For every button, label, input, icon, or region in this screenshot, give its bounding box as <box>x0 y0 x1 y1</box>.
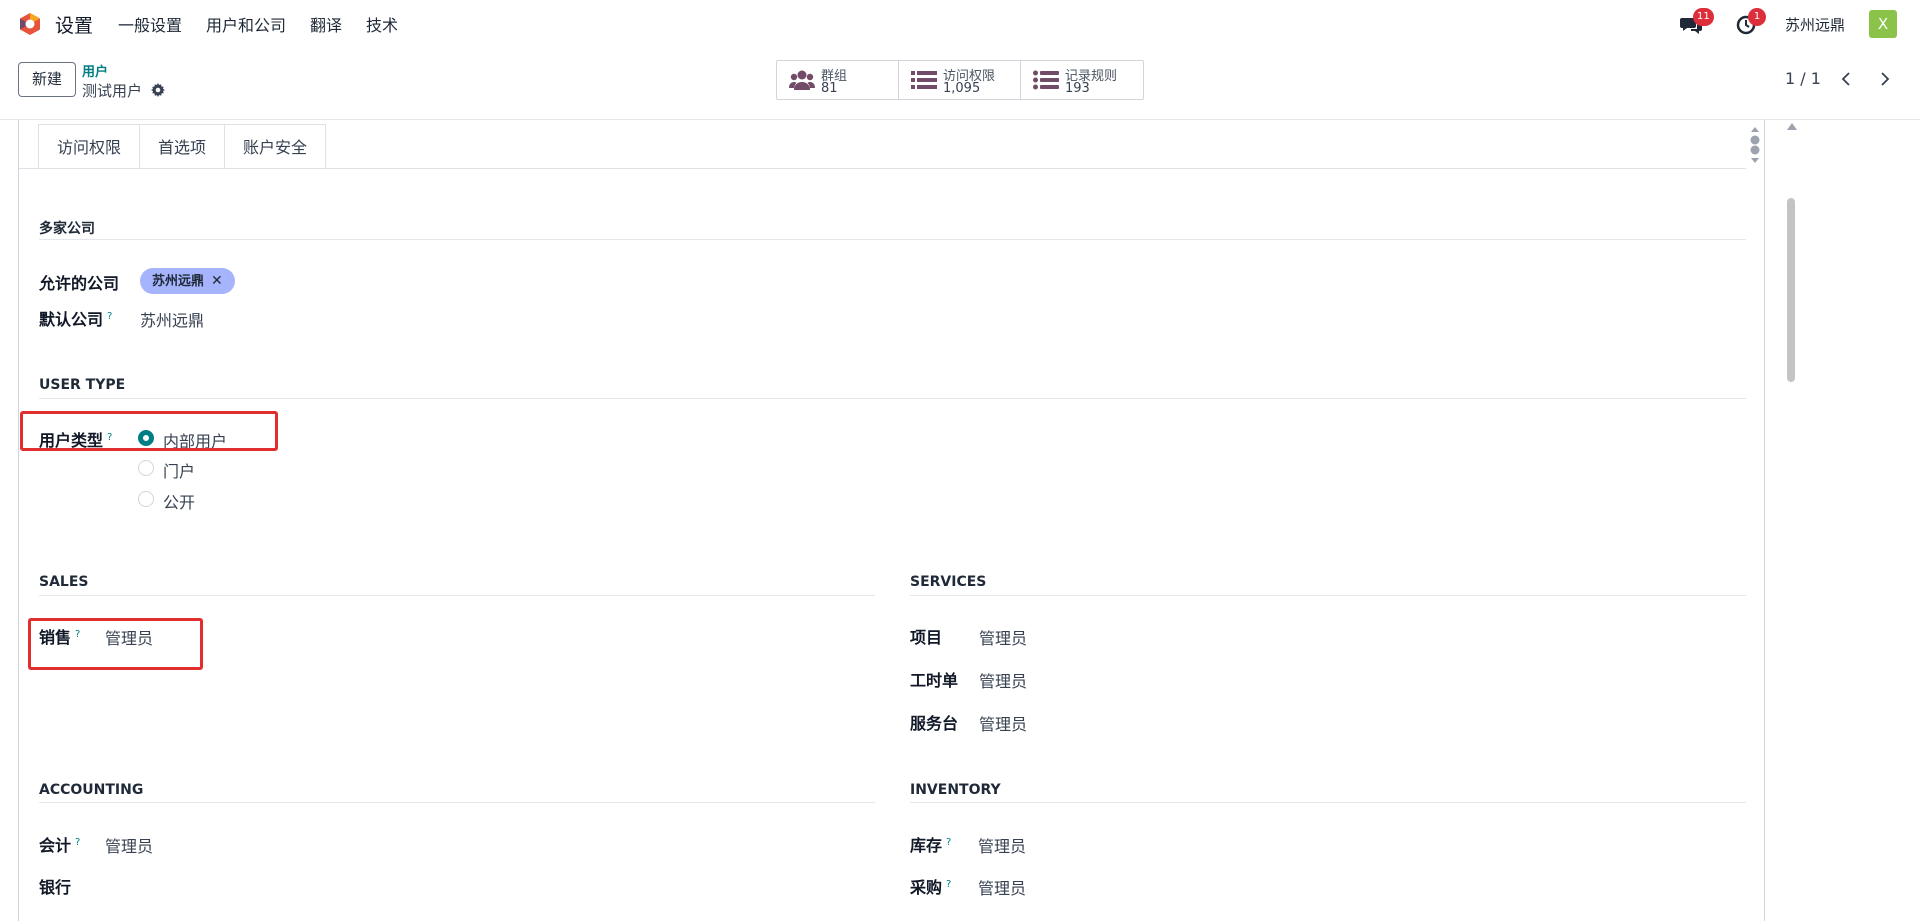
purchase-label: 采购? <box>910 874 951 898</box>
section-title-multi-company: 多家公司 <box>39 221 95 237</box>
tab-scroll-indicator-icon[interactable] <box>1750 126 1760 164</box>
radio-portal[interactable] <box>138 460 154 476</box>
access-rights-count: 1,095 <box>943 81 981 96</box>
list-icon <box>1033 70 1059 90</box>
close-icon[interactable]: ✕ <box>211 273 223 289</box>
allowed-companies-label: 允许的公司 <box>39 274 120 293</box>
helpdesk-value[interactable]: 管理员 <box>979 711 1027 735</box>
record-rules-smart-button[interactable]: 记录规则 193 <box>1021 61 1143 99</box>
radio-public-label[interactable]: 公开 <box>163 489 195 513</box>
project-value[interactable]: 管理员 <box>979 625 1027 649</box>
purchase-label-text: 采购 <box>910 878 943 897</box>
smart-buttons: 群组 81 访问权限 1,095 记录规则 193 <box>776 60 1144 100</box>
allowed-company-tag[interactable]: 苏州远鼎 ✕ <box>140 268 235 294</box>
breadcrumb-users[interactable]: 用户 <box>82 61 108 80</box>
helpdesk-label: 服务台 <box>910 714 959 733</box>
default-company-value[interactable]: 苏州远鼎 <box>140 307 204 331</box>
accounting-label-text: 会计 <box>39 836 72 855</box>
menu-general-settings[interactable]: 一般设置 <box>118 12 182 36</box>
groups-smart-button[interactable]: 群组 81 <box>777 61 899 99</box>
accounting-value[interactable]: 管理员 <box>105 833 153 857</box>
scroll-up-arrow-icon[interactable] <box>1787 122 1797 130</box>
new-button[interactable]: 新建 <box>18 62 76 97</box>
section-divider <box>39 595 875 596</box>
highlight-box-user-type <box>20 411 278 451</box>
app-logo-icon[interactable] <box>18 12 42 36</box>
purchase-value[interactable]: 管理员 <box>978 875 1026 899</box>
tab-account-security[interactable]: 账户安全 <box>225 124 327 169</box>
section-title-user-type: USER TYPE <box>39 377 126 393</box>
section-divider <box>39 398 1746 399</box>
project-label: 项目 <box>910 628 943 647</box>
default-company-label-text: 默认公司 <box>39 310 104 329</box>
list-icon <box>911 71 937 89</box>
form-sheet: 访问权限 首选项 账户安全 多家公司 允许的公司 苏州远鼎 ✕ 默认公司? 苏州远… <box>18 120 1765 921</box>
default-company-label: 默认公司? <box>39 306 112 330</box>
section-title-accounting: ACCOUNTING <box>39 782 144 798</box>
menu-technical[interactable]: 技术 <box>366 12 398 36</box>
company-switcher[interactable]: 苏州远鼎 <box>1785 14 1845 35</box>
section-title-inventory: INVENTORY <box>910 782 1001 798</box>
inventory-label: 库存? <box>910 832 951 856</box>
help-tooltip-icon[interactable]: ? <box>107 311 112 322</box>
access-rights-smart-button[interactable]: 访问权限 1,095 <box>899 61 1021 99</box>
user-avatar[interactable]: X <box>1869 10 1897 38</box>
section-divider <box>910 595 1746 596</box>
users-icon <box>789 70 815 90</box>
menu-translations[interactable]: 翻译 <box>310 12 342 36</box>
messages-button[interactable]: 11 <box>1680 8 1714 35</box>
tabs-divider <box>19 168 1746 169</box>
timesheet-value[interactable]: 管理员 <box>979 668 1027 692</box>
activities-badge: 1 <box>1748 8 1766 26</box>
chevron-right-icon[interactable] <box>1875 70 1893 88</box>
pager-value[interactable]: 1 / 1 <box>1785 69 1821 88</box>
timesheet-label: 工时单 <box>910 671 959 690</box>
section-divider <box>910 802 1746 803</box>
allowed-company-tag-label: 苏州远鼎 <box>152 274 205 289</box>
notebook-tabs: 访问权限 首选项 账户安全 <box>38 124 327 169</box>
menu-users-companies[interactable]: 用户和公司 <box>206 12 286 36</box>
section-divider <box>39 239 1746 240</box>
inventory-value[interactable]: 管理员 <box>978 833 1026 857</box>
app-title[interactable]: 设置 <box>55 11 93 38</box>
control-panel: 新建 用户 测试用户 群组 81 访问权限 1,095 记录规则 193 1 /… <box>0 48 1920 120</box>
record-rules-count: 193 <box>1065 81 1090 96</box>
activities-button[interactable]: 1 <box>1736 8 1766 35</box>
radio-portal-label[interactable]: 门户 <box>163 458 195 482</box>
highlight-box-sales <box>28 618 203 670</box>
accounting-label: 会计? <box>39 832 80 856</box>
tab-access-rights[interactable]: 访问权限 <box>38 124 141 169</box>
breadcrumb-current: 测试用户 <box>82 82 143 100</box>
radio-public[interactable] <box>138 491 154 507</box>
section-divider <box>39 802 875 803</box>
groups-count: 81 <box>821 81 838 96</box>
help-tooltip-icon[interactable]: ? <box>946 879 951 890</box>
main-menu: 一般设置 用户和公司 翻译 技术 <box>118 0 422 48</box>
help-tooltip-icon[interactable]: ? <box>75 837 80 848</box>
section-title-services: SERVICES <box>910 574 987 590</box>
page-scrollbar-thumb[interactable] <box>1787 198 1795 382</box>
bank-label: 银行 <box>39 878 72 897</box>
gear-icon[interactable] <box>151 83 165 97</box>
top-navbar: 设置 一般设置 用户和公司 翻译 技术 11 1 苏州远鼎 X <box>0 0 1920 48</box>
messages-badge: 11 <box>1693 8 1714 26</box>
inventory-label-text: 库存 <box>910 836 943 855</box>
section-title-sales: SALES <box>39 574 89 590</box>
chevron-left-icon[interactable] <box>1838 70 1856 88</box>
tab-preferences[interactable]: 首选项 <box>140 124 226 169</box>
help-tooltip-icon[interactable]: ? <box>946 837 951 848</box>
